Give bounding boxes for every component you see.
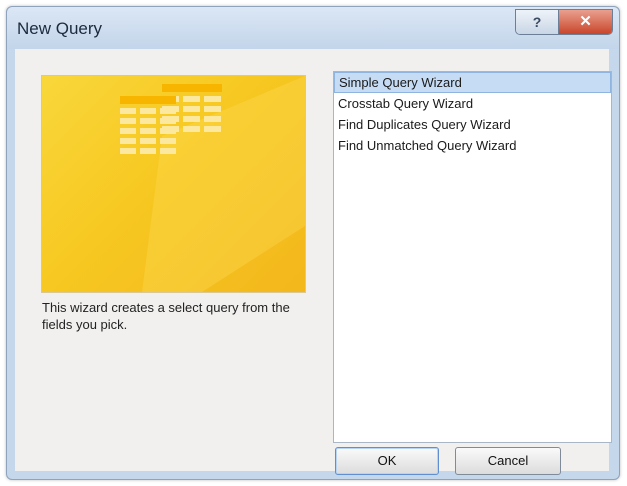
window-controls: ? ✕ (515, 9, 613, 35)
list-item-find-unmatched-query-wizard[interactable]: Find Unmatched Query Wizard (334, 135, 611, 156)
list-item-find-duplicates-query-wizard[interactable]: Find Duplicates Query Wizard (334, 114, 611, 135)
ok-button[interactable]: OK (335, 447, 439, 475)
cancel-button[interactable]: Cancel (455, 447, 561, 475)
list-item-crosstab-query-wizard[interactable]: Crosstab Query Wizard (334, 93, 611, 114)
wizard-list[interactable]: Simple Query Wizard Crosstab Query Wizar… (333, 71, 612, 443)
help-button[interactable]: ? (516, 10, 559, 34)
list-item-simple-query-wizard[interactable]: Simple Query Wizard (334, 72, 611, 93)
close-button[interactable]: ✕ (559, 10, 612, 34)
wizard-preview-image (41, 75, 306, 293)
table-grid-icon (120, 76, 305, 292)
wizard-description: This wizard creates a select query from … (42, 300, 290, 332)
dialog-title: New Query (17, 19, 103, 38)
dialog-body: This wizard creates a select query from … (15, 49, 612, 475)
title-bar: New Query ? ✕ (7, 7, 619, 49)
new-query-dialog: New Query ? ✕ This wizard creates a sele… (6, 6, 620, 480)
